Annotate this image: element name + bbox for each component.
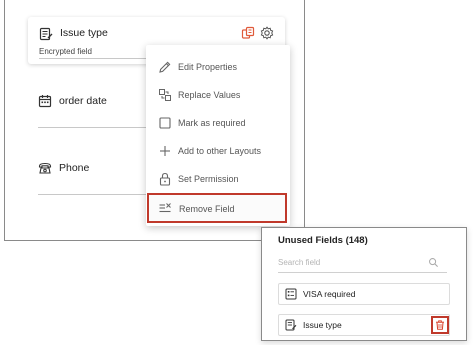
unused-field-label: VISA required	[303, 289, 356, 299]
unused-fields-title-text: Unused Fields	[278, 235, 343, 246]
unused-fields-panel: Unused Fields (148) VISA required Issue …	[261, 227, 467, 341]
field-label: Phone	[59, 162, 90, 174]
menu-item-label: Add to other Layouts	[178, 146, 262, 156]
menu-item-edit-properties[interactable]: Edit Properties	[146, 56, 290, 80]
phone-icon	[38, 162, 52, 174]
checkbox-icon	[159, 117, 171, 129]
menu-item-remove-field[interactable]: Remove Field	[147, 193, 287, 223]
unused-field-item-visa-required[interactable]: VISA required	[278, 283, 450, 305]
menu-item-set-permission[interactable]: Set Permission	[146, 168, 290, 192]
menu-item-label: Mark as required	[178, 118, 246, 128]
lock-icon	[159, 172, 171, 186]
menu-item-label: Replace Values	[178, 90, 241, 100]
search-input[interactable]	[278, 253, 447, 273]
remove-field-icon	[159, 203, 171, 213]
trash-icon	[436, 320, 444, 330]
shared-fields-icon[interactable]	[241, 26, 255, 40]
field-underline	[38, 194, 148, 195]
gear-icon[interactable]	[260, 26, 274, 40]
field-name: Issue type	[60, 27, 108, 39]
text-field-icon	[285, 319, 297, 331]
menu-item-replace-values[interactable]: Replace Values	[146, 84, 290, 108]
field-label: order date	[59, 95, 107, 107]
search-icon[interactable]	[428, 257, 439, 268]
menu-item-label: Remove Field	[179, 204, 235, 214]
unused-field-label: Issue type	[303, 320, 342, 330]
delete-field-button[interactable]	[431, 316, 449, 334]
menu-item-label: Set Permission	[178, 174, 239, 184]
unused-fields-count: (148)	[345, 235, 368, 246]
plus-icon	[160, 146, 170, 156]
menu-item-mark-required[interactable]: Mark as required	[146, 112, 290, 136]
menu-item-label: Edit Properties	[178, 62, 238, 72]
field-underline	[38, 127, 148, 128]
calendar-icon	[38, 95, 52, 108]
replace-icon	[159, 89, 171, 101]
checklist-icon	[285, 288, 297, 300]
unused-fields-search	[278, 253, 447, 273]
text-field-icon	[39, 27, 53, 41]
unused-field-item-issue-type[interactable]: Issue type	[278, 314, 450, 336]
unused-fields-title: Unused Fields (148)	[278, 235, 368, 246]
field-actions-menu: Edit Properties Replace Values Mark as r…	[146, 45, 290, 226]
pencil-icon	[159, 61, 171, 73]
layout-canvas: Issue type Encrypted field order date Ph…	[4, 0, 305, 241]
field-subtitle: Encrypted field	[39, 47, 92, 56]
menu-item-add-to-layouts[interactable]: Add to other Layouts	[146, 140, 290, 164]
